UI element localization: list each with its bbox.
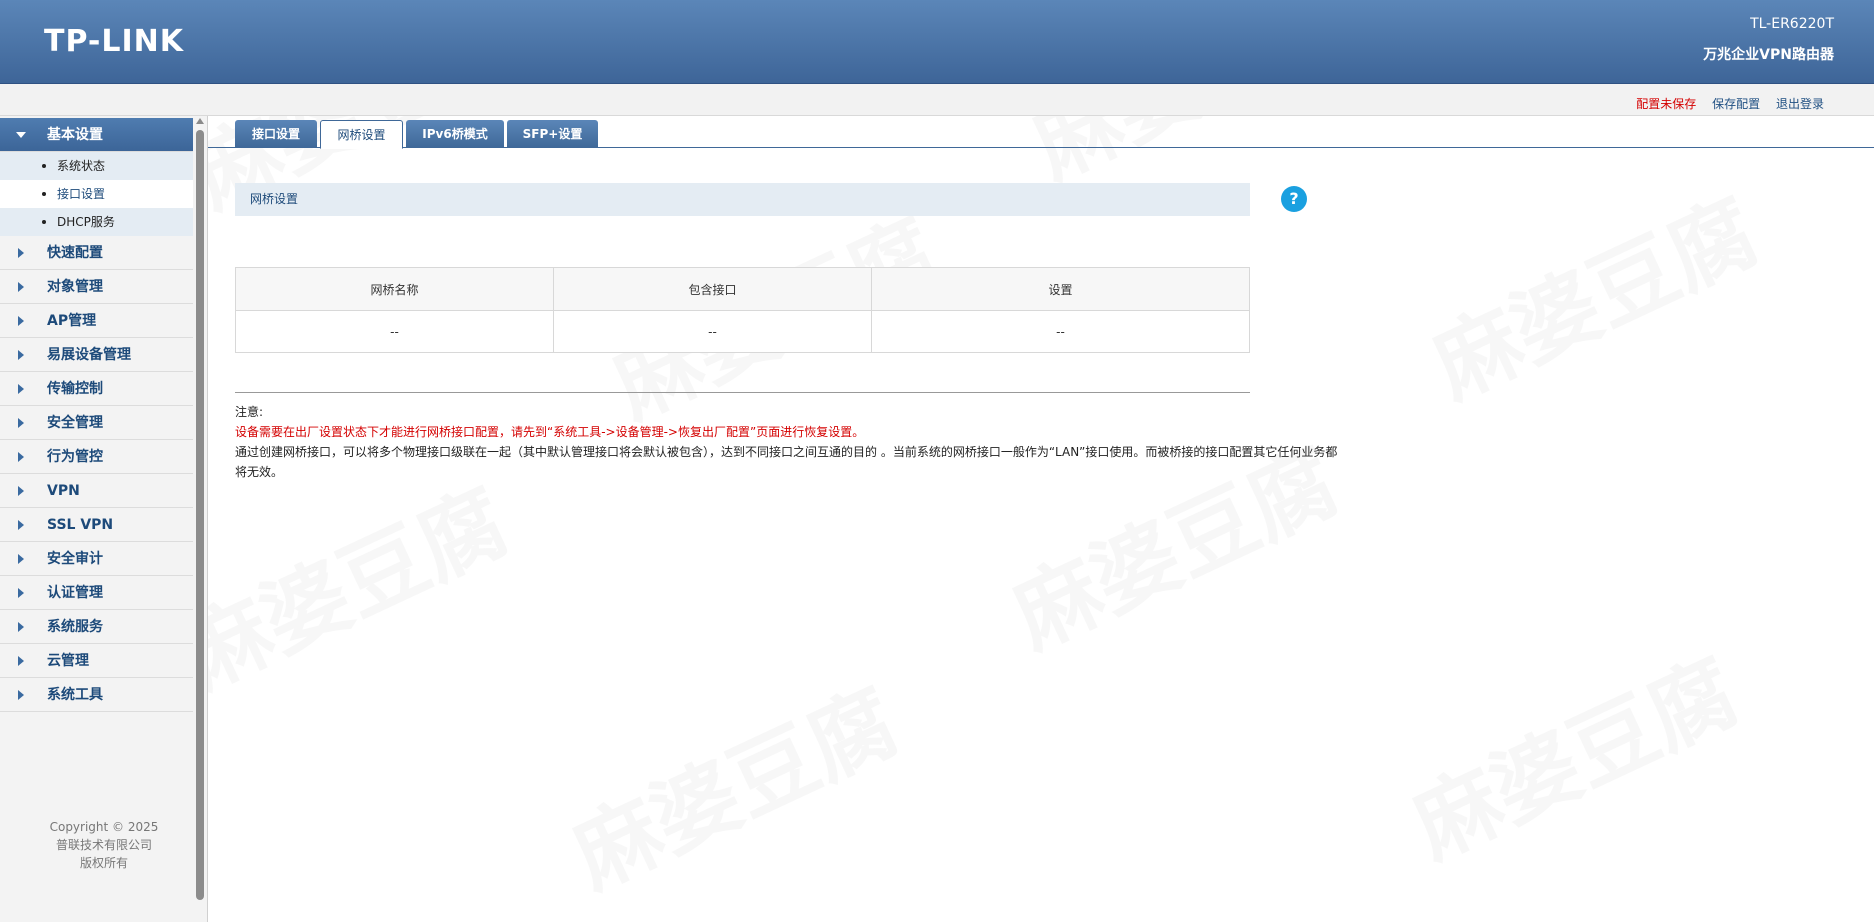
sidebar-group-label: 云管理 xyxy=(47,653,89,669)
save-config-link[interactable]: 保存配置 xyxy=(1712,97,1760,111)
logout-link[interactable]: 退出登录 xyxy=(1776,97,1824,111)
table-row: -- -- -- xyxy=(235,310,1250,353)
watermark: 麻婆豆腐 xyxy=(1418,182,1773,419)
sidebar-group-label: 认证管理 xyxy=(47,585,103,601)
sidebar-group-label: 传输控制 xyxy=(47,381,103,397)
sidebar-group-label: 系统工具 xyxy=(47,687,103,703)
column-header-settings: 设置 xyxy=(871,267,1250,311)
copyright-rights: 版权所有 xyxy=(79,856,128,870)
tab-sfp-settings[interactable]: SFP+设置 xyxy=(507,120,598,148)
sidebar-group-label: 系统服务 xyxy=(47,619,103,635)
sidebar-group-security-management[interactable]: 安全管理 xyxy=(0,406,193,440)
chevron-right-icon xyxy=(18,690,24,700)
sidebar-group-label: 行为管控 xyxy=(47,449,103,465)
chevron-right-icon xyxy=(18,486,24,496)
sidebar-group-cloud-management[interactable]: 云管理 xyxy=(0,644,193,678)
table-cell: -- xyxy=(871,310,1250,353)
sidebar-group-system-tools[interactable]: 系统工具 xyxy=(0,678,193,712)
scrollbar-thumb[interactable] xyxy=(196,130,204,900)
chevron-right-icon xyxy=(18,418,24,428)
chevron-right-icon xyxy=(18,588,24,598)
table-cell: -- xyxy=(235,310,554,353)
chevron-right-icon xyxy=(18,350,24,360)
sidebar-group-label: AP管理 xyxy=(47,313,97,329)
config-unsaved-link[interactable]: 配置未保存 xyxy=(1636,97,1696,111)
sidebar-group-device-management[interactable]: 易展设备管理 xyxy=(0,338,193,372)
sidebar-group-label: SSL VPN xyxy=(47,517,114,533)
sidebar-scrollbar[interactable] xyxy=(194,116,206,922)
scroll-up-arrow-icon[interactable] xyxy=(196,118,204,124)
sidebar-group-label: 易展设备管理 xyxy=(47,347,131,363)
watermark: 麻婆豆腐 xyxy=(168,472,523,709)
divider xyxy=(235,392,1250,393)
sidebar-group-label: 安全审计 xyxy=(47,551,103,567)
chevron-right-icon xyxy=(18,554,24,564)
tab-ipv6-bridge-mode[interactable]: IPv6桥模式 xyxy=(406,120,504,148)
sidebar-item-dhcp-service[interactable]: DHCP服务 xyxy=(0,208,193,236)
sidebar-group-quick-config[interactable]: 快速配置 xyxy=(0,236,193,270)
sidebar-group-security-audit[interactable]: 安全审计 xyxy=(0,542,193,576)
watermark: 麻婆豆腐 xyxy=(558,672,913,909)
sidebar-group-label: VPN xyxy=(47,483,80,499)
app-header: TP-LINK TL-ER6220T 万兆企业VPN路由器 xyxy=(0,0,1874,84)
table-header-row: 网桥名称 包含接口 设置 xyxy=(235,267,1250,311)
chevron-right-icon xyxy=(18,282,24,292)
tab-bridge-settings[interactable]: 网桥设置 xyxy=(320,120,403,149)
copyright: Copyright © 2025 普联技术有限公司 版权所有 xyxy=(0,818,208,872)
sidebar-group-auth-management[interactable]: 认证管理 xyxy=(0,576,193,610)
sidebar-group-basic-settings[interactable]: 基本设置 xyxy=(0,118,193,152)
sidebar-menu: 基本设置 系统状态 接口设置 DHCP服务 快速配置 对象管理 AP管理 易展设… xyxy=(0,118,193,712)
product-name: 万兆企业VPN路由器 xyxy=(1703,47,1834,63)
note-description: 通过创建网桥接口，可以将多个物理接口级联在一起（其中默认管理接口将会默认被包含）… xyxy=(235,445,1338,479)
chevron-right-icon xyxy=(18,384,24,394)
section-title: 网桥设置 xyxy=(235,183,1250,216)
sidebar-group-system-services[interactable]: 系统服务 xyxy=(0,610,193,644)
device-model: TL-ER6220T xyxy=(1750,16,1834,32)
sidebar-group-ap-management[interactable]: AP管理 xyxy=(0,304,193,338)
sidebar-group-object-management[interactable]: 对象管理 xyxy=(0,270,193,304)
sidebar-group-label: 安全管理 xyxy=(47,415,103,431)
chevron-right-icon xyxy=(18,520,24,530)
top-toolbar: 配置未保存 保存配置 退出登录 xyxy=(0,84,1874,116)
copyright-company: 普联技术有限公司 xyxy=(55,838,152,852)
copyright-line: Copyright © 2025 xyxy=(49,820,159,834)
sidebar-group-label: 基本设置 xyxy=(47,127,103,143)
note-section: 注意: 设备需要在出厂设置状态下才能进行网桥接口配置，请先到“系统工具->设备管… xyxy=(235,402,1345,482)
chevron-right-icon xyxy=(18,316,24,326)
note-title: 注意: xyxy=(235,405,264,419)
tab-bar: 接口设置 网桥设置 IPv6桥模式 SFP+设置 xyxy=(208,116,1874,149)
sidebar-group-label: 快速配置 xyxy=(47,245,103,261)
sidebar-item-system-status[interactable]: 系统状态 xyxy=(0,152,193,180)
column-header-included-interfaces: 包含接口 xyxy=(553,267,872,311)
chevron-right-icon xyxy=(18,248,24,258)
chevron-right-icon xyxy=(18,622,24,632)
sidebar-group-ssl-vpn[interactable]: SSL VPN xyxy=(0,508,193,542)
bridge-table: 网桥名称 包含接口 设置 -- -- -- xyxy=(235,267,1250,353)
watermark: 麻婆豆腐 xyxy=(1398,642,1753,879)
note-warning: 设备需要在出厂设置状态下才能进行网桥接口配置，请先到“系统工具->设备管理->恢… xyxy=(235,425,865,439)
tab-interface-settings[interactable]: 接口设置 xyxy=(235,120,317,148)
brand-logo: TP-LINK xyxy=(44,24,185,59)
sidebar: 基本设置 系统状态 接口设置 DHCP服务 快速配置 对象管理 AP管理 易展设… xyxy=(0,116,208,922)
sidebar-group-behavior-control[interactable]: 行为管控 xyxy=(0,440,193,474)
chevron-down-icon xyxy=(16,132,26,138)
chevron-right-icon xyxy=(18,452,24,462)
table-cell: -- xyxy=(553,310,872,353)
sidebar-group-transfer-control[interactable]: 传输控制 xyxy=(0,372,193,406)
sidebar-item-interface-settings[interactable]: 接口设置 xyxy=(0,180,193,208)
sidebar-group-vpn[interactable]: VPN xyxy=(0,474,193,508)
column-header-bridge-name: 网桥名称 xyxy=(235,267,554,311)
help-icon[interactable]: ? xyxy=(1281,186,1307,212)
chevron-right-icon xyxy=(18,656,24,666)
sidebar-group-label: 对象管理 xyxy=(47,279,103,295)
